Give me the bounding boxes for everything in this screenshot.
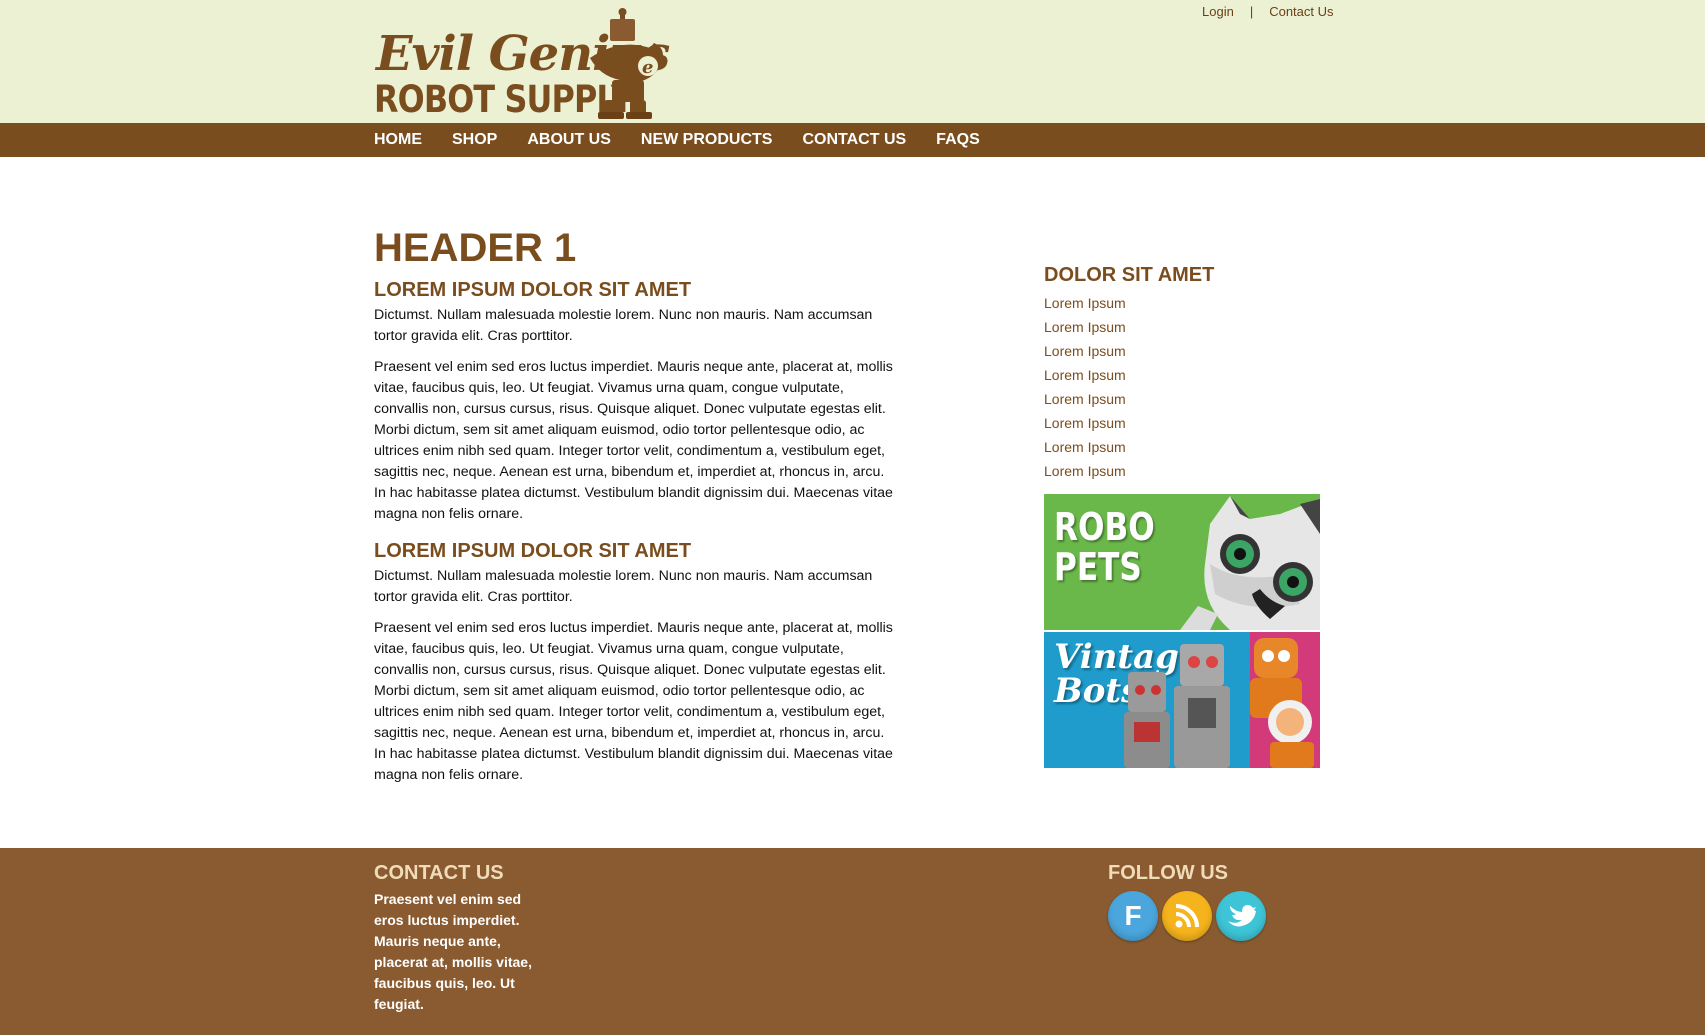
social-links: F: [1108, 891, 1266, 941]
sidebar-link[interactable]: Lorem Ipsum: [1044, 439, 1126, 455]
utility-separator: |: [1249, 4, 1254, 19]
section-heading: LOREM IPSUM DOLOR SIT AMET: [374, 540, 692, 562]
rss-icon[interactable]: [1162, 891, 1212, 941]
promo-title-line-1: ROBO: [1054, 505, 1155, 549]
site-logo[interactable]: Evil Genius ROBOT SUPPLY e: [374, 8, 684, 122]
twitter-icon[interactable]: [1216, 891, 1266, 941]
main-nav: HOME SHOP ABOUT US NEW PRODUCTS CONTACT …: [374, 123, 980, 157]
sidebar-link[interactable]: Lorem Ipsum: [1044, 295, 1126, 311]
vintage-bots-banner[interactable]: Vintage Bots: [1044, 632, 1320, 768]
footer-follow: FOLLOW US F: [1108, 862, 1266, 941]
sidebar-link[interactable]: Lorem Ipsum: [1044, 367, 1126, 383]
twitter-bird-glyph: [1228, 905, 1256, 927]
site-header: Login | Contact Us Evil Genius ROBOT SUPPL…: [0, 0, 1705, 123]
sidebar-link-item: Lorem Ipsum: [1044, 459, 1320, 483]
main-content: HEADER 1 LOREM IPSUM DOLOR SIT AMET Dict…: [374, 226, 894, 796]
section-heading: LOREM IPSUM DOLOR SIT AMET: [374, 279, 692, 301]
sidebar-links: Lorem Ipsum Lorem Ipsum Lorem Ipsum Lore…: [1044, 291, 1320, 483]
facebook-icon[interactable]: F: [1108, 891, 1158, 941]
sidebar-link-item: Lorem Ipsum: [1044, 339, 1320, 363]
contact-us-link[interactable]: Contact Us: [1269, 4, 1333, 19]
svg-text:e: e: [642, 57, 653, 78]
sidebar-link[interactable]: Lorem Ipsum: [1044, 415, 1126, 431]
sidebar-link[interactable]: Lorem Ipsum: [1044, 391, 1126, 407]
sidebar: DOLOR SIT AMET Lorem Ipsum Lorem Ipsum L…: [1044, 264, 1320, 483]
footer-contact-text: Praesent vel enim sed eros luctus imperd…: [374, 891, 532, 1012]
sidebar-heading: DOLOR SIT AMET: [1044, 264, 1215, 286]
footer-follow-heading: FOLLOW US: [1108, 862, 1228, 884]
site-footer: CONTACT US Praesent vel enim sed eros lu…: [0, 848, 1705, 1035]
main-nav-bar: HOME SHOP ABOUT US NEW PRODUCTS CONTACT …: [0, 123, 1705, 157]
section-body: Praesent vel enim sed eros luctus imperd…: [374, 620, 893, 783]
sidebar-link[interactable]: Lorem Ipsum: [1044, 343, 1126, 359]
sidebar-link[interactable]: Lorem Ipsum: [1044, 319, 1126, 335]
section-body: Praesent vel enim sed eros luctus imperd…: [374, 359, 893, 522]
nav-faqs[interactable]: FAQS: [936, 131, 980, 149]
sidebar-link-item: Lorem Ipsum: [1044, 291, 1320, 315]
nav-home[interactable]: HOME: [374, 131, 422, 149]
sidebar-link-item: Lorem Ipsum: [1044, 387, 1320, 411]
section-intro: Dictumst. Nullam malesuada molestie lore…: [374, 307, 873, 344]
vintage-robots-image: [1124, 632, 1320, 768]
sidebar-link-item: Lorem Ipsum: [1044, 315, 1320, 339]
sidebar-link[interactable]: Lorem Ipsum: [1044, 463, 1126, 479]
utility-nav: Login | Contact Us: [1202, 4, 1334, 19]
section-block: LOREM IPSUM DOLOR SIT AMET Dictumst. Nul…: [374, 539, 894, 786]
rss-glyph: [1175, 904, 1199, 928]
sidebar-link-item: Lorem Ipsum: [1044, 411, 1320, 435]
nav-shop[interactable]: SHOP: [452, 131, 497, 149]
robo-pets-banner[interactable]: ROBO PETS: [1044, 494, 1320, 630]
promo-title-line-2: PETS: [1054, 545, 1142, 589]
sidebar-link-item: Lorem Ipsum: [1044, 435, 1320, 459]
sidebar-link-item: Lorem Ipsum: [1044, 363, 1320, 387]
nav-contact-us[interactable]: CONTACT US: [802, 131, 906, 149]
footer-contact: CONTACT US Praesent vel enim sed eros lu…: [374, 862, 544, 1015]
section-intro: Dictumst. Nullam malesuada molestie lore…: [374, 568, 873, 605]
page-title: HEADER 1: [374, 226, 577, 270]
footer-contact-heading: CONTACT US: [374, 862, 504, 884]
login-link[interactable]: Login: [1202, 4, 1234, 19]
facebook-glyph: F: [1124, 900, 1142, 931]
nav-about-us[interactable]: ABOUT US: [527, 131, 611, 149]
robot-cat-image: [1180, 496, 1320, 630]
nav-new-products[interactable]: NEW PRODUCTS: [641, 131, 773, 149]
robot-mascot-icon: e: [590, 8, 663, 119]
